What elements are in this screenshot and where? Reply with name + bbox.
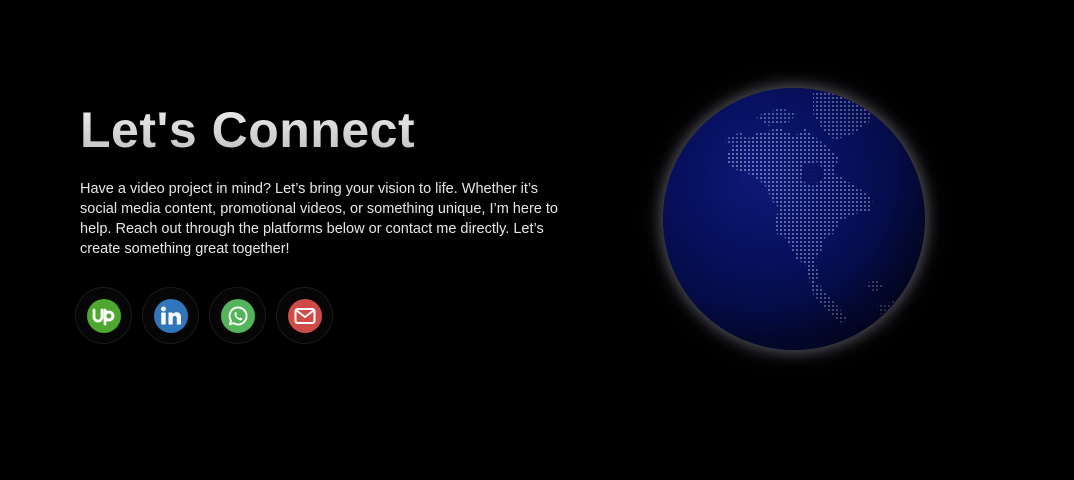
globe: [663, 88, 925, 350]
linkedin-button[interactable]: [142, 287, 199, 344]
email-button[interactable]: [276, 287, 333, 344]
globe-icon: [663, 88, 925, 350]
page-title: Let's Connect: [80, 102, 416, 158]
whatsapp-button[interactable]: [209, 287, 266, 344]
upwork-button[interactable]: [75, 287, 132, 344]
social-links: [75, 287, 333, 344]
linkedin-icon: [153, 298, 188, 333]
whatsapp-icon: [220, 298, 255, 333]
upwork-icon: [86, 298, 121, 333]
contact-description: Have a video project in mind? Let’s brin…: [80, 181, 558, 257]
mail-icon: [287, 298, 322, 333]
contact-section: Let's Connect Have a video project in mi…: [0, 0, 1074, 480]
